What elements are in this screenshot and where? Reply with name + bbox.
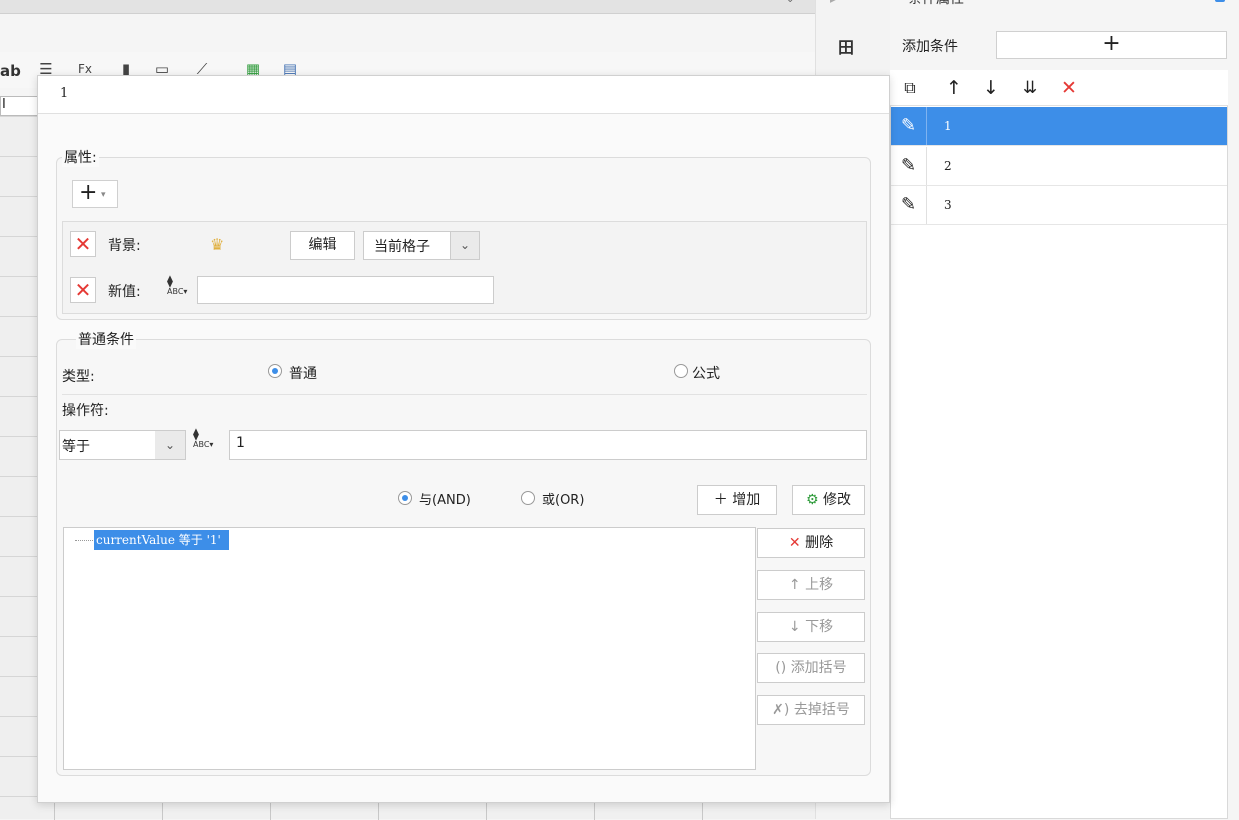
add-condition-item-button[interactable]: ＋ 增加 bbox=[697, 485, 777, 515]
scope-select-value: 当前格子 bbox=[374, 239, 430, 255]
new-value-label: 新值: bbox=[108, 284, 141, 300]
condition-row-label: 1 bbox=[944, 119, 952, 133]
chevron-down-icon: ▾ bbox=[101, 190, 106, 200]
logic-or-label[interactable]: 或(OR) bbox=[542, 489, 584, 508]
condition-expression-list bbox=[63, 527, 756, 770]
type-normal-label[interactable]: 普通 bbox=[289, 363, 317, 383]
grid-column-divider bbox=[594, 800, 595, 820]
operator-label: 操作符: bbox=[62, 403, 109, 419]
add-parenthesis-label: 添加括号 bbox=[790, 660, 847, 676]
remove-parentheses-icon: ✗) bbox=[772, 702, 790, 718]
modify-button-label: 修改 bbox=[823, 492, 851, 508]
grid-column-divider bbox=[378, 800, 379, 820]
add-parenthesis-button[interactable]: () 添加括号 bbox=[757, 653, 865, 683]
operator-select-value: 等于 bbox=[62, 439, 90, 455]
divider bbox=[62, 394, 867, 395]
dialog-header bbox=[38, 76, 889, 114]
scope-select[interactable]: 当前格子 ⌄ bbox=[363, 231, 480, 260]
logic-and-radio[interactable] bbox=[398, 491, 412, 505]
gear-edit-icon: ⚙ bbox=[805, 492, 819, 508]
background-label: 背景: bbox=[108, 238, 141, 254]
new-value-input[interactable] bbox=[197, 276, 494, 304]
condition-row-label: 2 bbox=[944, 159, 952, 173]
arrow-down-icon[interactable]: ↓ bbox=[979, 76, 1003, 100]
plus-icon: + bbox=[79, 180, 98, 205]
remove-background-button[interactable]: ✕ bbox=[70, 231, 96, 257]
expand-arrow-icon[interactable]: ▸ bbox=[830, 0, 836, 6]
condition-row[interactable]: ✎ 2 bbox=[891, 147, 1227, 186]
copy-icon[interactable]: ⧉ bbox=[898, 76, 922, 100]
edit-background-button[interactable]: 编辑 bbox=[290, 231, 355, 260]
toolbar-text-icon[interactable]: ab bbox=[0, 62, 21, 80]
grid-column-divider bbox=[270, 800, 271, 820]
logic-or-radio[interactable] bbox=[521, 491, 535, 505]
plus-icon: ＋ bbox=[713, 492, 728, 508]
abc-type-icon[interactable]: ⧫ ABC▾ bbox=[167, 275, 193, 299]
panel-title: 条件属性 bbox=[908, 0, 964, 8]
move-bottom-icon[interactable]: ⇊ bbox=[1018, 76, 1042, 100]
pencil-icon[interactable]: ✎ bbox=[891, 147, 927, 185]
type-formula-label[interactable]: 公式 bbox=[692, 363, 720, 383]
move-down-label: 下移 bbox=[805, 619, 834, 635]
grid-column-divider bbox=[702, 800, 703, 820]
pencil-icon[interactable]: ✎ bbox=[891, 107, 927, 145]
move-up-button[interactable]: ↑ 上移 bbox=[757, 570, 865, 600]
arrow-up-icon[interactable]: ↑ bbox=[942, 76, 966, 100]
delete-icon[interactable]: ✕ bbox=[1057, 76, 1081, 100]
grid-column-divider bbox=[162, 800, 163, 820]
parentheses-icon: () bbox=[775, 660, 787, 676]
remove-parenthesis-label: 去掉括号 bbox=[793, 702, 850, 718]
chevron-down-icon[interactable]: ⌄ bbox=[786, 0, 800, 8]
arrow-down-icon: ↓ bbox=[788, 619, 801, 635]
chevron-down-icon: ⌄ bbox=[155, 431, 185, 459]
abc-type-icon[interactable]: ⧫ ABC▾ bbox=[193, 428, 219, 452]
normal-condition-label: 普通条件 bbox=[76, 329, 136, 349]
operator-select[interactable]: 等于 ⌄ bbox=[59, 430, 186, 460]
pencil-icon[interactable]: ✎ bbox=[891, 186, 927, 224]
add-condition-label: 添加条件 bbox=[902, 39, 958, 55]
modify-condition-button[interactable]: ⚙ 修改 bbox=[792, 485, 865, 515]
layout-icon[interactable]: 田 bbox=[836, 34, 856, 57]
remove-new-value-button[interactable]: ✕ bbox=[70, 277, 96, 303]
add-property-button[interactable]: + ▾ bbox=[72, 180, 118, 208]
expression-item[interactable]: currentValue 等于 '1' bbox=[94, 530, 229, 550]
arrow-up-icon: ↑ bbox=[788, 577, 801, 593]
type-formula-radio[interactable] bbox=[674, 364, 688, 378]
operand-input[interactable]: 1 bbox=[229, 430, 867, 460]
dialog-title: 1 bbox=[60, 86, 69, 101]
logic-and-label[interactable]: 与(AND) bbox=[419, 489, 471, 508]
type-normal-radio[interactable] bbox=[268, 364, 282, 378]
delete-button-label: 删除 bbox=[805, 535, 834, 551]
properties-label: 属性: bbox=[62, 147, 99, 167]
grid-column-divider bbox=[54, 800, 55, 820]
move-down-button[interactable]: ↓ 下移 bbox=[757, 612, 865, 642]
tree-connector bbox=[75, 540, 93, 541]
delete-expression-button[interactable]: ✕ 删除 bbox=[757, 528, 865, 558]
add-button-label: 增加 bbox=[732, 492, 761, 508]
grid-cell[interactable]: I bbox=[0, 96, 40, 116]
type-label: 类型: bbox=[62, 369, 95, 385]
panel-marker-icon[interactable] bbox=[1215, 0, 1225, 2]
close-icon: ✕ bbox=[788, 535, 801, 551]
move-up-label: 上移 bbox=[805, 577, 834, 593]
top-bar bbox=[0, 0, 815, 14]
condition-row[interactable]: ✎ 3 bbox=[891, 186, 1227, 225]
crown-icon: ♛ bbox=[210, 235, 225, 254]
condition-row[interactable]: ✎ 1 bbox=[891, 107, 1227, 146]
chevron-down-icon: ⌄ bbox=[450, 232, 479, 259]
grid-column-divider bbox=[486, 800, 487, 820]
condition-row-label: 3 bbox=[944, 198, 952, 212]
add-condition-button[interactable]: + bbox=[996, 31, 1227, 59]
remove-parenthesis-button[interactable]: ✗) 去掉括号 bbox=[757, 695, 865, 725]
